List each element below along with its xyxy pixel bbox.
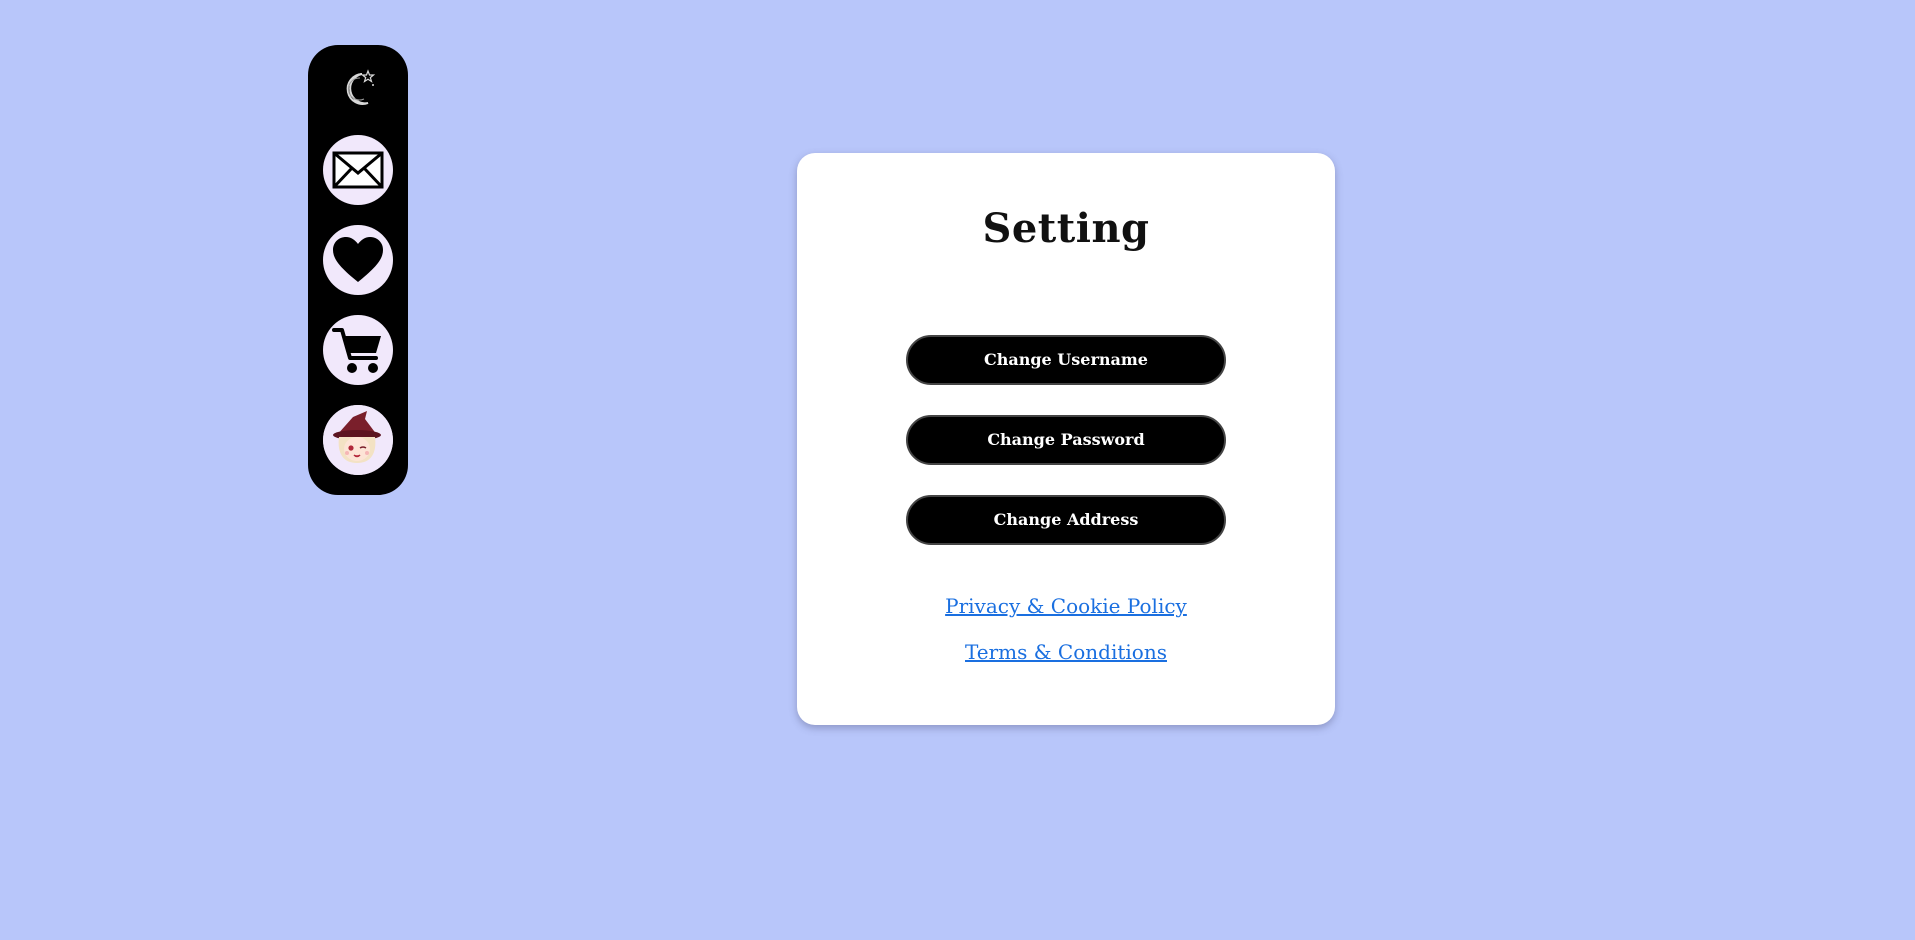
terms-conditions-link[interactable]: Terms & Conditions (797, 640, 1335, 664)
settings-card: Setting Change Username Change Password … (797, 153, 1335, 725)
privacy-policy-link[interactable]: Privacy & Cookie Policy (797, 594, 1335, 618)
avatar (323, 405, 393, 475)
sidebar-item-cart[interactable] (323, 315, 393, 385)
mail-icon (332, 151, 384, 189)
sidebar (308, 45, 408, 495)
sidebar-item-favorites[interactable] (323, 225, 393, 295)
page-title: Setting (982, 205, 1150, 252)
sidebar-item-messages[interactable] (323, 135, 393, 205)
cart-icon (332, 324, 384, 376)
sidebar-item-profile[interactable] (323, 405, 393, 475)
moon-star-icon[interactable] (338, 65, 378, 111)
change-password-button[interactable]: Change Password (906, 415, 1226, 465)
change-address-button[interactable]: Change Address (906, 495, 1226, 545)
heart-icon (332, 236, 384, 284)
change-username-button[interactable]: Change Username (906, 335, 1226, 385)
